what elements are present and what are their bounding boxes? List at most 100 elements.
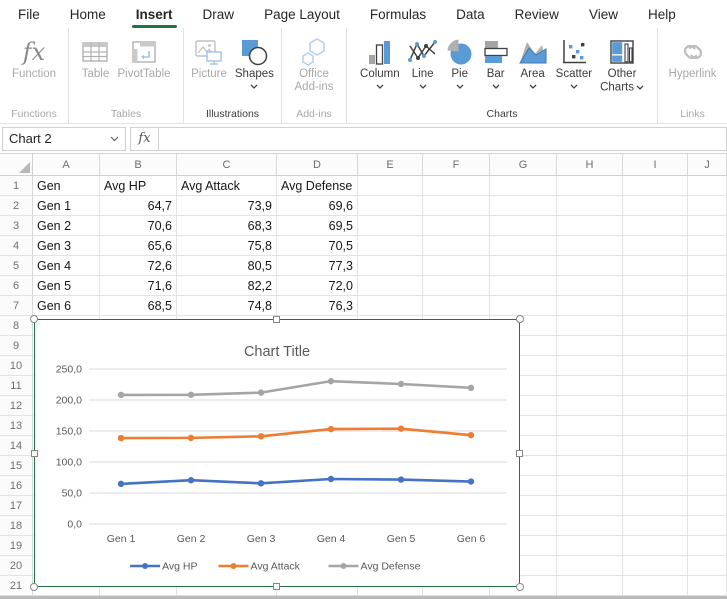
row-header-9[interactable]: 9: [0, 336, 33, 356]
cell-I21[interactable]: [623, 576, 688, 596]
cell-I20[interactable]: [623, 556, 688, 576]
cell-J7[interactable]: [688, 296, 727, 316]
row-header-17[interactable]: 17: [0, 496, 33, 516]
cell-H7[interactable]: [557, 296, 623, 316]
cell-E4[interactable]: [358, 236, 423, 256]
chart-handle-ne[interactable]: [516, 315, 524, 323]
cell-C2[interactable]: 73,9: [177, 196, 277, 216]
cell-F4[interactable]: [423, 236, 490, 256]
pivottable-button[interactable]: PivotTable: [113, 36, 174, 81]
column-header-C[interactable]: C: [177, 154, 277, 176]
cell-I3[interactable]: [623, 216, 688, 236]
chart-handle-se[interactable]: [516, 583, 524, 591]
cell-A7[interactable]: Gen 6: [33, 296, 100, 316]
office-addins-button[interactable]: Office Add-ins: [291, 36, 338, 94]
pie-chart-button[interactable]: Pie: [442, 36, 478, 89]
cell-H1[interactable]: [557, 176, 623, 196]
tab-home[interactable]: Home: [55, 0, 121, 28]
column-header-I[interactable]: I: [623, 154, 688, 176]
table-button[interactable]: Table: [77, 36, 113, 81]
cell-B6[interactable]: 71,6: [100, 276, 177, 296]
row-header-10[interactable]: 10: [0, 356, 33, 376]
cell-J16[interactable]: [688, 476, 727, 496]
bar-chart-button[interactable]: Bar: [478, 36, 514, 89]
cell-H13[interactable]: [557, 416, 623, 436]
line-dropdown-chevron[interactable]: [419, 83, 427, 89]
formula-input[interactable]: [159, 128, 726, 150]
tab-help[interactable]: Help: [633, 0, 691, 28]
row-header-1[interactable]: 1: [0, 176, 33, 196]
select-all-corner[interactable]: [0, 154, 33, 176]
row-header-12[interactable]: 12: [0, 396, 33, 416]
cell-H5[interactable]: [557, 256, 623, 276]
cell-H10[interactable]: [557, 356, 623, 376]
cell-J6[interactable]: [688, 276, 727, 296]
hyperlink-button[interactable]: Hyperlink: [665, 36, 721, 81]
other-charts-button[interactable]: Other Charts: [596, 36, 648, 95]
tab-data[interactable]: Data: [441, 0, 500, 28]
cell-F3[interactable]: [423, 216, 490, 236]
cell-J11[interactable]: [688, 376, 727, 396]
cell-F2[interactable]: [423, 196, 490, 216]
chart-handle-nw[interactable]: [30, 315, 38, 323]
cell-B3[interactable]: 70,6: [100, 216, 177, 236]
cell-G4[interactable]: [490, 236, 557, 256]
other-charts-dropdown-chevron[interactable]: [636, 81, 644, 94]
cell-F6[interactable]: [423, 276, 490, 296]
cell-J19[interactable]: [688, 536, 727, 556]
cell-J21[interactable]: [688, 576, 727, 596]
cell-H15[interactable]: [557, 456, 623, 476]
cell-J8[interactable]: [688, 316, 727, 336]
cell-E7[interactable]: [358, 296, 423, 316]
chart-handle-s[interactable]: [273, 583, 280, 590]
cell-G6[interactable]: [490, 276, 557, 296]
cell-G5[interactable]: [490, 256, 557, 276]
cell-E6[interactable]: [358, 276, 423, 296]
cell-H9[interactable]: [557, 336, 623, 356]
name-box-chevron-icon[interactable]: [110, 136, 119, 142]
row-header-19[interactable]: 19: [0, 536, 33, 556]
cell-I4[interactable]: [623, 236, 688, 256]
cell-J18[interactable]: [688, 516, 727, 536]
area-chart-button[interactable]: Area: [514, 36, 552, 89]
cell-A1[interactable]: Gen: [33, 176, 100, 196]
cell-I11[interactable]: [623, 376, 688, 396]
cell-I15[interactable]: [623, 456, 688, 476]
row-header-15[interactable]: 15: [0, 456, 33, 476]
column-header-D[interactable]: D: [277, 154, 358, 176]
cell-J2[interactable]: [688, 196, 727, 216]
cell-J3[interactable]: [688, 216, 727, 236]
cell-C1[interactable]: Avg Attack: [177, 176, 277, 196]
function-button[interactable]: fx Function: [8, 36, 60, 81]
tab-insert[interactable]: Insert: [121, 0, 188, 28]
cell-D6[interactable]: 72,0: [277, 276, 358, 296]
cell-C6[interactable]: 82,2: [177, 276, 277, 296]
cell-I19[interactable]: [623, 536, 688, 556]
column-header-F[interactable]: F: [423, 154, 490, 176]
shapes-button[interactable]: Shapes: [231, 36, 278, 89]
cell-E2[interactable]: [358, 196, 423, 216]
cell-B2[interactable]: 64,7: [100, 196, 177, 216]
cell-J9[interactable]: [688, 336, 727, 356]
chart-handle-w[interactable]: [31, 450, 38, 457]
cell-I8[interactable]: [623, 316, 688, 336]
cell-G2[interactable]: [490, 196, 557, 216]
cell-B1[interactable]: Avg HP: [100, 176, 177, 196]
cell-J1[interactable]: [688, 176, 727, 196]
row-header-5[interactable]: 5: [0, 256, 33, 276]
cell-J4[interactable]: [688, 236, 727, 256]
row-header-21[interactable]: 21: [0, 576, 33, 596]
cell-B5[interactable]: 72,6: [100, 256, 177, 276]
cell-J13[interactable]: [688, 416, 727, 436]
tab-view[interactable]: View: [574, 0, 633, 28]
cell-I14[interactable]: [623, 436, 688, 456]
cell-J5[interactable]: [688, 256, 727, 276]
cell-C5[interactable]: 80,5: [177, 256, 277, 276]
cell-H17[interactable]: [557, 496, 623, 516]
row-header-4[interactable]: 4: [0, 236, 33, 256]
cell-I13[interactable]: [623, 416, 688, 436]
cell-J20[interactable]: [688, 556, 727, 576]
cell-J14[interactable]: [688, 436, 727, 456]
cell-E5[interactable]: [358, 256, 423, 276]
column-header-G[interactable]: G: [490, 154, 557, 176]
